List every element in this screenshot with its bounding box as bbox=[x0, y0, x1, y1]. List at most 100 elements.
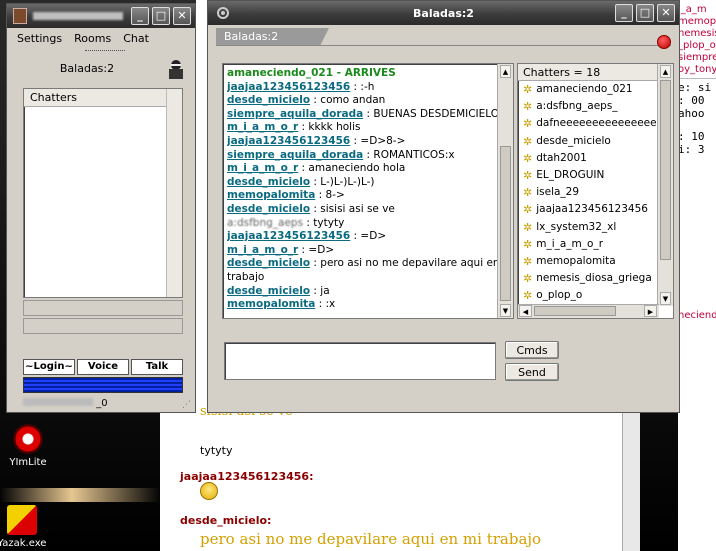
panel-mono: ahoo bbox=[678, 107, 705, 120]
client-footer-text: _0 bbox=[96, 398, 108, 409]
scroll-down-icon[interactable]: ▼ bbox=[660, 292, 671, 305]
minimize-icon[interactable]: _ bbox=[131, 7, 149, 25]
chatters-items: ✲ amaneciendo_021 ✲ a:dsfbng_aeps_ ✲ dafneeee… bbox=[518, 81, 673, 304]
desktop-icon-yimlite[interactable]: YImLite bbox=[0, 424, 58, 468]
chat-nick[interactable]: m_i_a_m_o_r bbox=[227, 121, 298, 133]
maximize-icon[interactable]: □ bbox=[152, 7, 170, 25]
chat-nick[interactable]: siempre_aquila_dorada bbox=[227, 149, 363, 161]
chatter-item[interactable]: ✲ a:dsfbng_aeps_ bbox=[518, 98, 673, 115]
chat-line: desde_micielo : como andan bbox=[227, 94, 509, 108]
client-chatters-list[interactable]: Chatters bbox=[23, 88, 183, 298]
voice-controls: ~Login~ Voice Talk bbox=[23, 359, 183, 375]
background-nick-2: desde_micielo: bbox=[180, 514, 272, 527]
chat-line: jaajaa123456123456 : :-h bbox=[227, 81, 509, 95]
status-field-1 bbox=[23, 300, 183, 316]
chatter-item[interactable]: ✲ memopalomita bbox=[518, 253, 673, 270]
chatter-item[interactable]: ✲ isela_29 bbox=[518, 184, 673, 201]
panel-name: _plop_o bbox=[678, 40, 716, 51]
chatter-name: EL_DROGUIN bbox=[536, 169, 605, 182]
scroll-left-icon[interactable]: ◀ bbox=[519, 305, 532, 317]
close-icon[interactable]: ✕ bbox=[657, 4, 675, 22]
minimize-icon[interactable]: _ bbox=[615, 4, 633, 22]
chat-line: a:dsfbng_aeps : tytyty bbox=[227, 217, 509, 231]
chat-nick[interactable]: m_i_a_m_o_r bbox=[227, 244, 298, 256]
close-icon[interactable]: ✕ bbox=[173, 7, 191, 25]
chatter-item[interactable]: ✲ dtah2001 bbox=[518, 150, 673, 167]
talk-button[interactable]: Talk bbox=[131, 359, 183, 375]
chatter-item[interactable]: ✲ m_i_a_m_o_r bbox=[518, 236, 673, 253]
menu-chat[interactable]: Chat bbox=[123, 32, 149, 45]
chatter-name: m_i_a_m_o_r bbox=[536, 237, 604, 250]
client-list-scrollbar[interactable] bbox=[166, 89, 182, 297]
status-field-2 bbox=[23, 318, 183, 334]
user-status-icon: ✲ bbox=[523, 83, 533, 97]
chatters-column-header[interactable]: Chatters bbox=[24, 89, 182, 107]
scroll-down-icon[interactable]: ▼ bbox=[500, 304, 511, 317]
chat-scrollbar[interactable]: ▲ ▼ bbox=[497, 64, 513, 318]
blurred-footer bbox=[23, 398, 93, 406]
resize-grip-icon[interactable]: ⋰ bbox=[182, 400, 191, 410]
chat-message: : ja bbox=[310, 284, 330, 297]
chatter-item[interactable]: ✲ jaajaa123456123456 bbox=[518, 201, 673, 218]
chat-scroll-thumb[interactable] bbox=[500, 146, 511, 301]
chat-lines: amaneciendo_021 - ARRIVES jaajaa123456123… bbox=[223, 64, 513, 315]
user-status-icon: ✲ bbox=[523, 186, 533, 200]
chat-line: memopalomita : 8-> bbox=[227, 189, 509, 203]
chatter-item[interactable]: ✲ lx_system32_xl bbox=[518, 219, 673, 236]
client-titlebar[interactable]: _ □ ✕ bbox=[7, 4, 195, 28]
chat-nick[interactable]: desde_micielo bbox=[227, 285, 310, 297]
send-button[interactable]: Send bbox=[505, 363, 559, 381]
desktop-icon-yazak[interactable]: Yazak.exe bbox=[0, 505, 52, 549]
chat-nick[interactable]: desde_micielo bbox=[227, 94, 310, 106]
chat-line: siempre_aquila_dorada : ROMANTICOS:x bbox=[227, 149, 509, 163]
user-status-icon: ✲ bbox=[523, 203, 533, 217]
menu-rooms[interactable]: Rooms bbox=[74, 32, 111, 45]
voice-button[interactable]: Voice bbox=[77, 359, 129, 375]
chat-message: : sisisi asi se ve bbox=[310, 202, 395, 215]
record-icon[interactable] bbox=[657, 35, 671, 49]
chatter-name: dtah2001 bbox=[536, 151, 587, 164]
chat-log[interactable]: amaneciendo_021 - ARRIVES jaajaa123456123… bbox=[222, 63, 514, 319]
chatter-name: o_plop_o bbox=[536, 289, 583, 302]
chat-line: desde_micielo : L-)L-)L-)L-) bbox=[227, 176, 509, 190]
chat-nick[interactable]: desde_micielo bbox=[227, 176, 310, 188]
background-chat-scrollbar[interactable] bbox=[622, 400, 640, 551]
chatters-scroll-thumb[interactable] bbox=[660, 80, 671, 260]
message-input[interactable] bbox=[224, 342, 496, 380]
tab-divider bbox=[216, 45, 671, 46]
chat-nick[interactable]: desde_micielo bbox=[227, 203, 310, 215]
panel-mono: e: si bbox=[678, 81, 712, 94]
maximize-icon[interactable]: □ bbox=[636, 4, 654, 22]
chat-nick[interactable]: memopalomita bbox=[227, 189, 315, 201]
chat-nick-blurred[interactable]: a:dsfbng_aeps bbox=[227, 217, 303, 229]
chatter-item[interactable]: ✲ dafneeeeeeeeeeeeeeeee bbox=[518, 115, 673, 132]
chat-nick[interactable]: jaajaa123456123456 bbox=[227, 81, 350, 93]
room-title: Baladas:2 bbox=[413, 6, 474, 20]
room-titlebar[interactable]: Baladas:2 _ □ ✕ bbox=[208, 1, 679, 25]
chat-nick[interactable]: m_i_a_m_o_r bbox=[227, 162, 298, 174]
cmds-button[interactable]: Cmds bbox=[505, 341, 559, 359]
scroll-right-icon[interactable]: ▶ bbox=[644, 305, 657, 317]
tab-room[interactable]: Baladas:2 bbox=[216, 28, 329, 46]
chat-message: : 8-> bbox=[315, 189, 345, 202]
chatters-scrollbar[interactable]: ▲ ▼ bbox=[657, 64, 673, 306]
chat-nick[interactable]: siempre_aquila_dorada bbox=[227, 108, 363, 120]
scroll-up-icon[interactable]: ▲ bbox=[500, 65, 511, 78]
chat-line: jaajaa123456123456 : =D>8-> bbox=[227, 135, 509, 149]
chatter-item[interactable]: ✲ o_plop_o bbox=[518, 287, 673, 304]
chatter-item[interactable]: ✲ nemesis_diosa_griega bbox=[518, 270, 673, 287]
chatters-hthumb[interactable] bbox=[534, 306, 616, 316]
chatter-name: lx_system32_xl bbox=[536, 220, 617, 233]
chatters-list[interactable]: Chatters = 18 ✲ amaneciendo_021 ✲ a:dsfbng_… bbox=[517, 63, 674, 319]
chatter-item[interactable]: ✲ desde_micielo bbox=[518, 133, 673, 150]
scroll-up-icon[interactable]: ▲ bbox=[660, 65, 671, 78]
chatters-hscrollbar[interactable]: ◀ ▶ bbox=[518, 304, 659, 318]
menu-settings[interactable]: Settings bbox=[17, 32, 62, 45]
chat-nick[interactable]: memopalomita bbox=[227, 298, 315, 310]
chat-nick[interactable]: desde_micielo bbox=[227, 257, 310, 269]
chatter-item[interactable]: ✲ EL_DROGUIN bbox=[518, 167, 673, 184]
chatter-item[interactable]: ✲ amaneciendo_021 bbox=[518, 81, 673, 98]
chat-nick[interactable]: jaajaa123456123456 bbox=[227, 135, 350, 147]
chat-nick[interactable]: jaajaa123456123456 bbox=[227, 230, 350, 242]
login-button[interactable]: ~Login~ bbox=[23, 359, 75, 375]
